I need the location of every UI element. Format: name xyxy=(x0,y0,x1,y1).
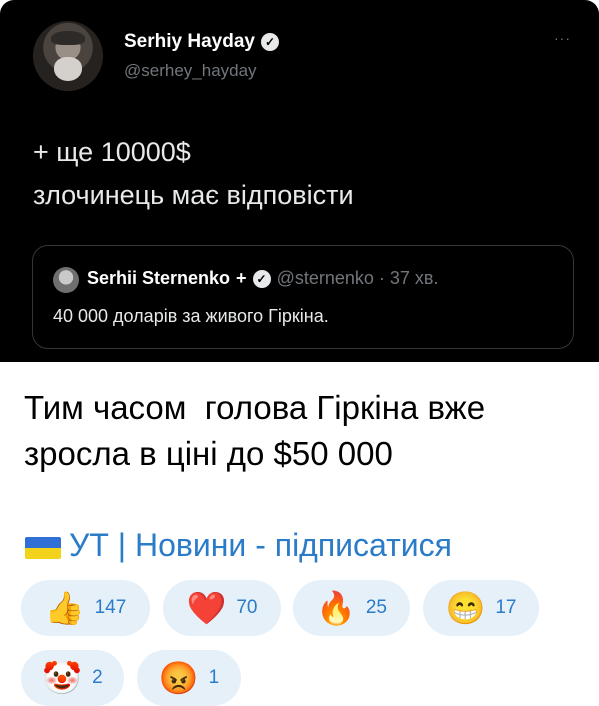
post-text: Тим часом голова Гіркіна вже зросла в ці… xyxy=(24,385,584,477)
channel-link-text: УТ | Новини - підписатися xyxy=(69,527,452,563)
quote-meta: @sternenko · 37 хв. xyxy=(276,268,439,288)
avatar-beard xyxy=(54,57,82,81)
quoted-tweet: Serhii Sternenko + ✓ @sternenko · 37 хв.… xyxy=(32,245,574,349)
reaction-count: 17 xyxy=(495,597,517,618)
reaction-count: 1 xyxy=(208,667,220,688)
reaction-count: 70 xyxy=(236,597,258,618)
quote-author-avatar xyxy=(53,267,79,293)
ukraine-flag-icon xyxy=(25,536,61,559)
clown-icon: 🤡 xyxy=(42,660,83,696)
tweet-author-handle: @serhey_hayday xyxy=(124,61,257,80)
grin-icon: 😁 xyxy=(445,590,486,626)
reaction-count: 2 xyxy=(92,667,103,688)
quote-header: Serhii Sternenko + ✓ @sternenko · 37 хв. xyxy=(87,268,438,289)
reaction-heart[interactable]: ❤️ 70 xyxy=(163,580,281,636)
reaction-thumbs-up[interactable]: 👍 147 xyxy=(21,580,150,636)
tweet-author-name: Serhiy Hayday ✓ xyxy=(124,31,279,53)
reaction-grin[interactable]: 😁 17 xyxy=(423,580,539,636)
avatar-hair xyxy=(51,31,85,45)
heart-icon: ❤️ xyxy=(186,590,227,626)
quote-cross-icon: + xyxy=(236,268,247,288)
quote-verified-badge-icon: ✓ xyxy=(252,269,271,288)
tweet-text-line: + ще 10000$ xyxy=(33,137,191,167)
fire-icon: 🔥 xyxy=(316,590,356,626)
angry-face-icon: 😡 xyxy=(158,660,199,696)
reaction-fire[interactable]: 🔥 25 xyxy=(293,580,410,636)
more-options-icon: ··· xyxy=(554,30,571,46)
embedded-tweet-image: Serhiy Hayday ✓ @serhey_hayday ··· + ще … xyxy=(0,0,599,362)
reaction-count: 25 xyxy=(365,597,387,618)
post-text-line: зросла в ціні до $50 000 xyxy=(24,435,393,472)
thumbs-up-icon: 👍 xyxy=(44,590,85,626)
author-name-text: Serhiy Hayday xyxy=(124,31,255,52)
reaction-count: 147 xyxy=(94,597,127,618)
reaction-clown[interactable]: 🤡 2 xyxy=(21,650,124,706)
post-text-line: Тим часом голова Гіркіна вже xyxy=(24,389,486,426)
quote-text: 40 000 доларів за живого Гіркіна. xyxy=(53,306,329,326)
channel-subscribe-link[interactable]: УТ | Новини - підписатися xyxy=(25,527,452,564)
verified-badge-icon: ✓ xyxy=(260,33,279,51)
author-avatar xyxy=(33,21,103,91)
reaction-angry[interactable]: 😡 1 xyxy=(137,650,241,706)
quote-author-name: Serhii Sternenko xyxy=(87,268,231,288)
tweet-text-line: злочинець має відповісти xyxy=(33,180,354,210)
